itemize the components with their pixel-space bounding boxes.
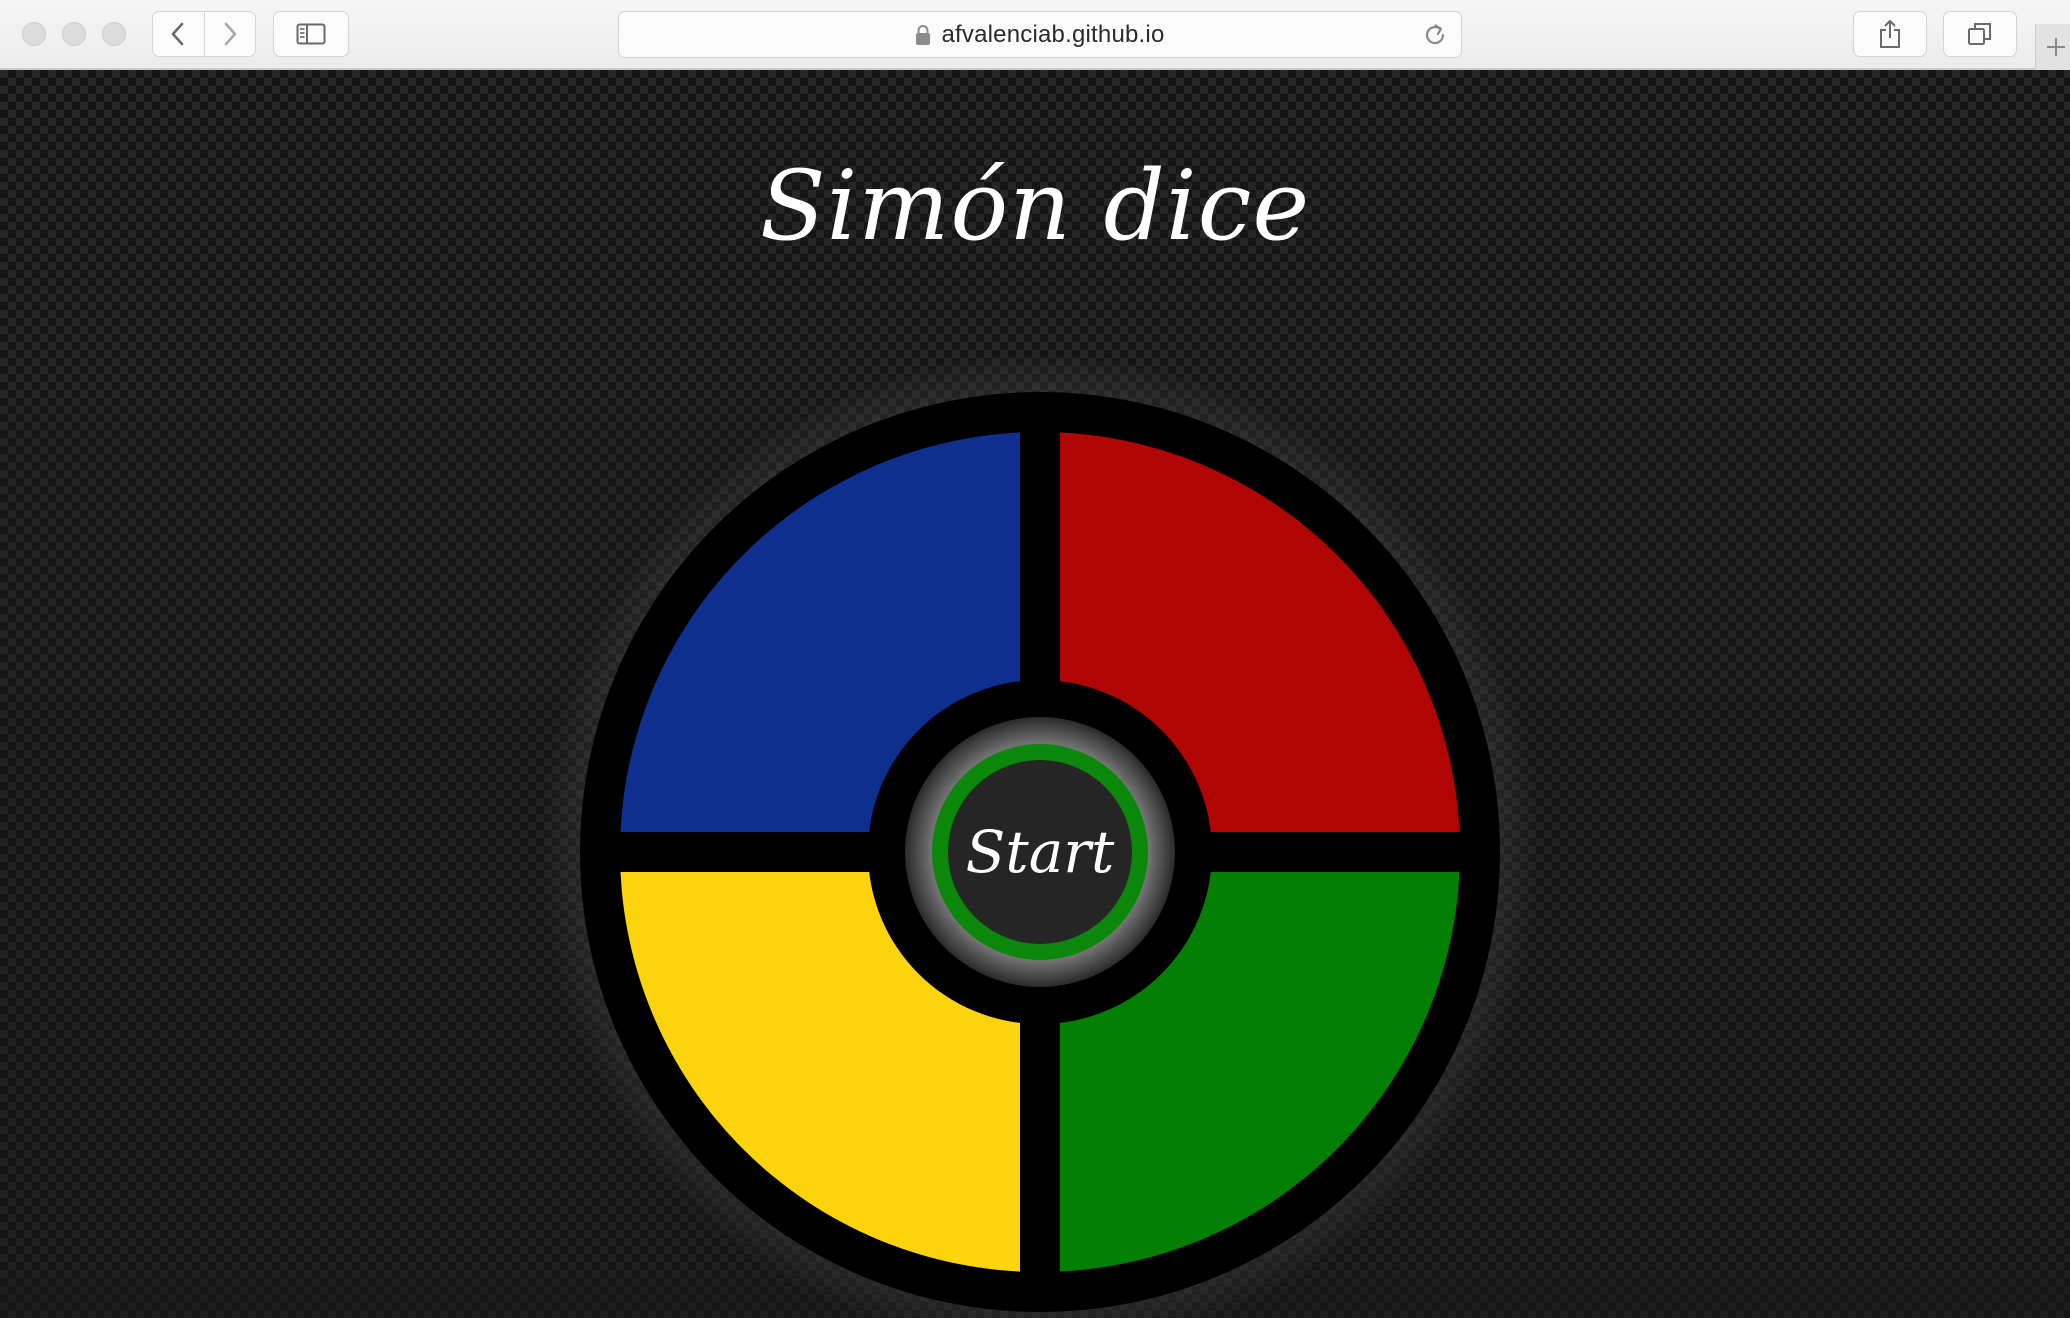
- start-label: Start: [966, 818, 1115, 886]
- address-bar[interactable]: afvalenciab.github.io: [618, 11, 1462, 58]
- address-content: afvalenciab.github.io: [619, 12, 1461, 57]
- url-text: afvalenciab.github.io: [941, 20, 1165, 48]
- chevron-left-icon: [171, 22, 184, 46]
- sidebar-toggle-button[interactable]: [273, 11, 349, 57]
- share-icon: [1880, 20, 1900, 48]
- tabs-overview-icon: [1968, 23, 1991, 45]
- browser-toolbar: afvalenciab.github.io: [0, 0, 2070, 70]
- lock-icon: [916, 24, 931, 45]
- close-window-button[interactable]: [22, 22, 46, 46]
- zoom-window-button[interactable]: [102, 22, 126, 46]
- forward-button[interactable]: [203, 12, 256, 56]
- page-content: Simón dice Start: [0, 70, 2070, 1318]
- plus-icon: [2047, 38, 2065, 56]
- navigation-buttons: [152, 11, 256, 57]
- back-button[interactable]: [153, 12, 204, 56]
- sidebar-icon: [296, 23, 326, 45]
- minimize-window-button[interactable]: [62, 22, 86, 46]
- tabs-overview-button[interactable]: [1943, 11, 2017, 57]
- chevron-right-icon: [224, 22, 237, 46]
- reload-icon: [1425, 24, 1445, 45]
- share-button[interactable]: [1853, 11, 1927, 57]
- start-button[interactable]: Start: [948, 760, 1132, 944]
- new-tab-button[interactable]: [2035, 24, 2070, 70]
- simon-board: Start: [540, 352, 1540, 1318]
- reload-button[interactable]: [1421, 21, 1449, 49]
- browser-window: afvalenciab.github.io Simón dice Start: [0, 0, 2070, 1318]
